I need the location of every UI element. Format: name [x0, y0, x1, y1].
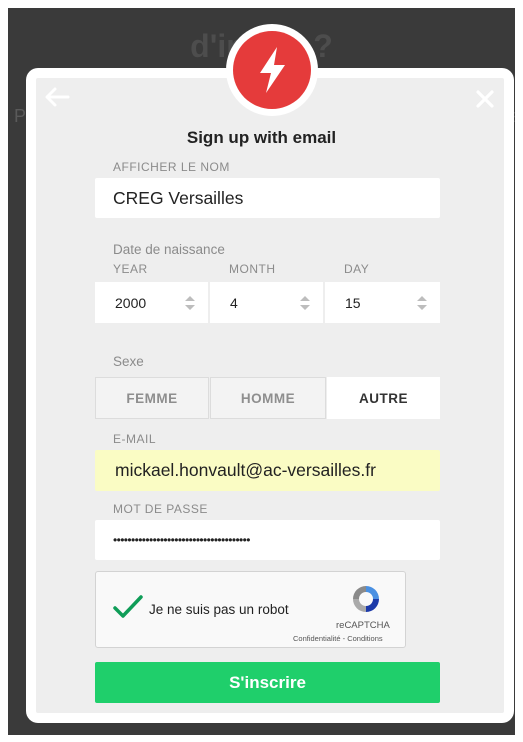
- gender-option-femme[interactable]: FEMME: [95, 377, 209, 419]
- recaptcha-logo-icon: [353, 586, 379, 612]
- year-stepper[interactable]: 2000: [95, 282, 208, 323]
- recaptcha-checkbox-label: Je ne suis pas un robot: [149, 602, 289, 617]
- background-text-left: P: [14, 106, 27, 126]
- day-stepper[interactable]: 15: [325, 282, 440, 323]
- password-label: MOT DE PASSE: [113, 502, 208, 516]
- display-name-label: AFFICHER LE NOM: [113, 160, 230, 174]
- email-field[interactable]: mickael.honvault@ac-versailles.fr: [95, 450, 440, 491]
- recaptcha-brand: reCAPTCHA: [336, 620, 390, 631]
- month-value: 4: [230, 294, 238, 311]
- month-label: MONTH: [229, 262, 276, 276]
- close-icon[interactable]: [474, 88, 496, 110]
- day-label: DAY: [344, 262, 370, 276]
- display-name-field[interactable]: CREG Versailles: [95, 178, 440, 218]
- year-value: 2000: [115, 294, 147, 311]
- gender-option-autre[interactable]: AUTRE: [327, 377, 440, 419]
- form-title: Sign up with email: [186, 128, 337, 147]
- signup-submit-button[interactable]: S'inscrire: [95, 662, 440, 703]
- back-arrow-icon[interactable]: [44, 86, 70, 108]
- gender-label: Sexe: [113, 354, 144, 369]
- stepper-arrows-icon[interactable]: [299, 294, 311, 312]
- logo-badge: [226, 24, 318, 116]
- checkmark-icon[interactable]: [112, 594, 144, 620]
- stepper-arrows-icon[interactable]: [416, 294, 428, 312]
- birthdate-label: Date de naissance: [113, 242, 225, 257]
- email-label: E-MAIL: [113, 432, 157, 446]
- gender-option-homme[interactable]: HOMME: [210, 377, 326, 419]
- year-label: YEAR: [113, 262, 148, 276]
- month-stepper[interactable]: 4: [210, 282, 323, 323]
- stepper-arrows-icon[interactable]: [184, 294, 196, 312]
- recaptcha-widget: Je ne suis pas un robot reCAPTCHA Confid…: [95, 571, 406, 648]
- lightning-bolt-icon: [233, 31, 311, 109]
- day-value: 15: [345, 294, 361, 311]
- recaptcha-links[interactable]: Confidentialité - Conditions: [293, 634, 383, 643]
- password-field[interactable]: ••••••••••••••••••••••••••••••••••••••: [95, 520, 440, 560]
